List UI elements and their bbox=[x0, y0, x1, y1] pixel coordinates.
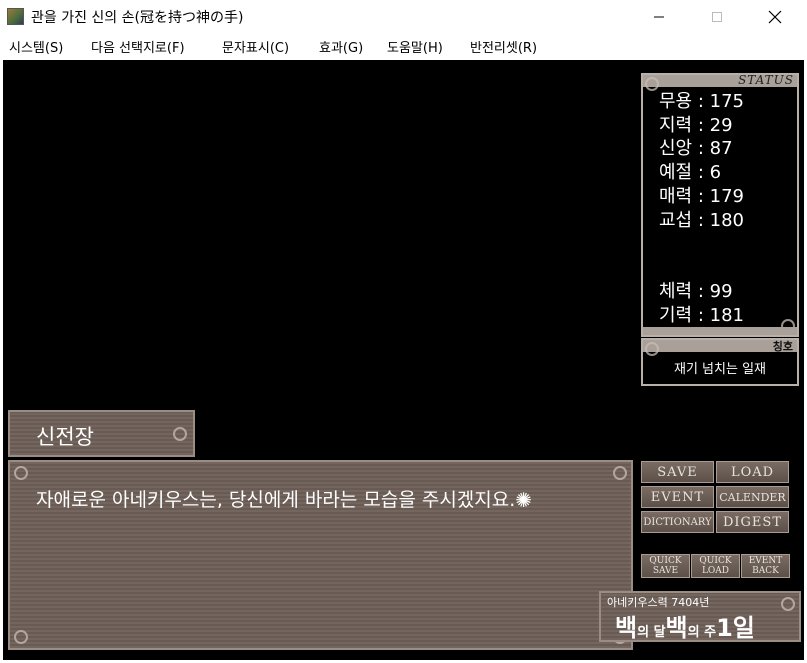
title-value: 재기 넘치는 일재 bbox=[674, 362, 766, 377]
dialog-box[interactable]: 자애로운 아네키우스는, 당신에게 바라는 모습을 주시겠지요.✺ bbox=[8, 460, 633, 650]
digest-button[interactable]: DIGEST bbox=[716, 511, 789, 533]
calendar-date-box: 아네키우스력 7404년 백의 달백의 주1일 bbox=[599, 591, 801, 642]
game-window: 관을 가진 신의 손(冠を持つ神の手) 시스템(S) 다음 선택지로(F) 문자… bbox=[0, 0, 807, 663]
window-title: 관을 가진 신의 손(冠を持つ神の手) bbox=[31, 10, 244, 26]
stat-negotiation: 교섭 : 180 bbox=[659, 210, 744, 231]
title-label: 칭호 bbox=[772, 340, 793, 353]
save-button[interactable]: SAVE bbox=[641, 461, 714, 483]
menu-help[interactable]: 도움말(H) bbox=[387, 37, 443, 56]
minimize-icon bbox=[654, 16, 664, 17]
stat-bravery: 무용 : 175 bbox=[659, 91, 744, 112]
dialog-text: 자애로운 아네키우스는, 당신에게 바라는 모습을 주시겠지요.✺ bbox=[36, 486, 596, 515]
title-bar[interactable]: 관을 가진 신의 손(冠を持つ神の手) bbox=[0, 0, 807, 33]
menu-reset[interactable]: 반전리셋(R) bbox=[470, 37, 537, 56]
game-screen[interactable]: STATUS 무용 : 175 지력 : 29 신앙 : 87 예절 : 6 매… bbox=[3, 60, 804, 660]
status-title: STATUS bbox=[738, 73, 794, 87]
menu-effects[interactable]: 효과(G) bbox=[319, 37, 363, 56]
title-header: 칭호 bbox=[643, 340, 797, 353]
event-button[interactable]: EVENT bbox=[641, 486, 714, 508]
calender-button[interactable]: CALENDER bbox=[716, 486, 789, 508]
quick-load-button[interactable]: QUICK LOAD bbox=[691, 554, 740, 578]
next-page-sun-icon: ✺ bbox=[515, 488, 533, 512]
stat-energy: 기력 : 181 bbox=[659, 305, 744, 326]
celtic-knot-icon bbox=[781, 597, 795, 611]
status-header: STATUS bbox=[643, 73, 797, 87]
celtic-knot-icon bbox=[14, 466, 28, 480]
menu-next-choice[interactable]: 다음 선택지로(F) bbox=[91, 37, 185, 56]
stat-charm: 매력 : 179 bbox=[659, 186, 744, 207]
celtic-knot-icon bbox=[613, 466, 627, 480]
stat-faith: 신앙 : 87 bbox=[659, 138, 733, 159]
menu-system[interactable]: 시스템(S) bbox=[9, 37, 63, 56]
stat-stamina: 체력 : 99 bbox=[659, 281, 733, 302]
dictionary-button[interactable]: DICTIONARY bbox=[641, 511, 714, 533]
app-icon bbox=[7, 8, 24, 25]
menu-bar: 시스템(S) 다음 선택지로(F) 문자표시(C) 효과(G) 도움말(H) 반… bbox=[0, 33, 807, 59]
speaker-name: 신전장 bbox=[36, 425, 94, 449]
speaker-name-box: 신전장 bbox=[8, 410, 195, 457]
quick-save-button[interactable]: QUICK SAVE bbox=[641, 554, 690, 578]
maximize-button[interactable] bbox=[694, 0, 740, 33]
date-main: 백의 달백의 주1일 bbox=[615, 614, 755, 642]
celtic-knot-icon bbox=[173, 427, 187, 441]
celtic-knot-icon bbox=[14, 630, 28, 644]
menu-text-display[interactable]: 문자표시(C) bbox=[222, 37, 289, 56]
load-button[interactable]: LOAD bbox=[716, 461, 789, 483]
title-panel: 칭호 재기 넘치는 일재 bbox=[641, 338, 799, 386]
maximize-icon bbox=[712, 11, 722, 22]
close-icon bbox=[768, 10, 782, 23]
minimize-button[interactable] bbox=[636, 0, 682, 33]
celtic-knot-icon bbox=[645, 342, 659, 356]
event-back-button[interactable]: EVENT BACK bbox=[741, 554, 790, 578]
close-button[interactable] bbox=[752, 0, 798, 33]
stat-etiquette: 예절 : 6 bbox=[659, 162, 722, 183]
status-panel: STATUS 무용 : 175 지력 : 29 신앙 : 87 예절 : 6 매… bbox=[641, 73, 799, 337]
status-footer bbox=[643, 327, 797, 335]
celtic-knot-icon bbox=[645, 77, 659, 91]
